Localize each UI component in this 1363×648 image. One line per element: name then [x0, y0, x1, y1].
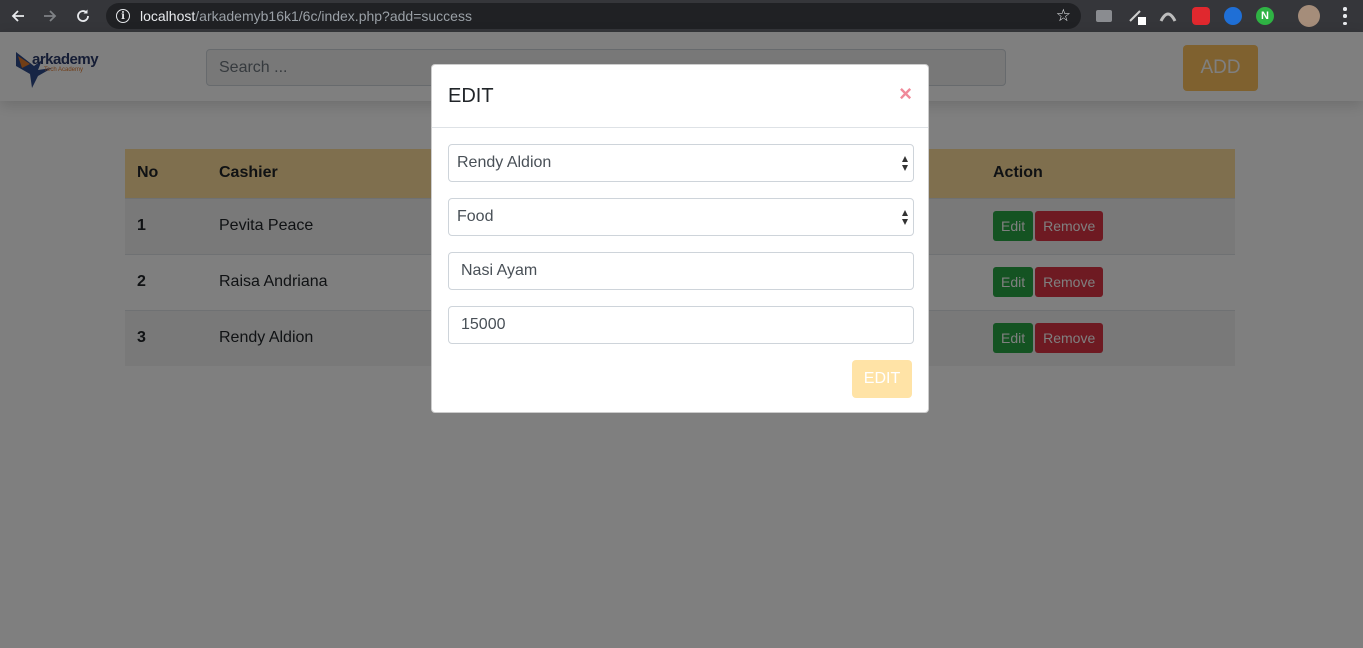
forward-arrow-icon	[44, 10, 57, 22]
url-text: localhost/arkademyb16k1/6c/index.php?add…	[140, 8, 472, 24]
select-arrows-icon	[902, 156, 909, 172]
product-name-value: Nasi Ayam	[461, 262, 538, 279]
bookmark-star-icon[interactable]: ☆	[1056, 7, 1071, 25]
category-select[interactable]: Food	[448, 198, 914, 236]
back-button[interactable]	[2, 0, 34, 32]
url-host: localhost	[140, 8, 196, 24]
close-icon[interactable]: ×	[899, 82, 912, 106]
arc-extension-icon[interactable]	[1159, 7, 1177, 25]
cashier-select-value: Rendy Aldion	[457, 154, 552, 171]
forward-button[interactable]	[34, 0, 66, 32]
camera-extension-icon[interactable]	[1096, 10, 1112, 22]
n-extension-icon[interactable]: N	[1256, 7, 1274, 25]
modal-title: EDIT	[448, 85, 494, 107]
profile-avatar[interactable]	[1298, 5, 1320, 27]
browser-toolbar: i localhost/arkademyb16k1/6c/index.php?a…	[0, 0, 1363, 32]
product-name-input[interactable]: Nasi Ayam	[448, 252, 914, 290]
info-icon[interactable]: i	[116, 9, 130, 23]
red-extension-icon[interactable]	[1192, 7, 1210, 25]
cashier-select[interactable]: Rendy Aldion	[448, 144, 914, 182]
pen-extension-icon[interactable]	[1128, 7, 1146, 25]
browser-menu-icon[interactable]	[1343, 7, 1347, 25]
edit-modal: EDIT × Rendy Aldion Food Nasi Ayam 15000…	[431, 64, 929, 413]
price-value: 15000	[461, 316, 506, 333]
address-bar[interactable]: i localhost/arkademyb16k1/6c/index.php?a…	[106, 3, 1081, 29]
back-arrow-icon	[11, 10, 24, 22]
select-arrows-icon	[902, 210, 909, 226]
modal-header: EDIT ×	[432, 65, 928, 128]
url-path: /arkademyb16k1/6c/index.php?add=success	[195, 8, 472, 24]
reload-icon	[77, 9, 89, 22]
download-extension-icon[interactable]	[1224, 7, 1242, 25]
price-input[interactable]: 15000	[448, 306, 914, 344]
category-select-value: Food	[457, 208, 494, 225]
edit-submit-button[interactable]: EDIT	[852, 360, 912, 398]
reload-button[interactable]	[67, 0, 99, 32]
